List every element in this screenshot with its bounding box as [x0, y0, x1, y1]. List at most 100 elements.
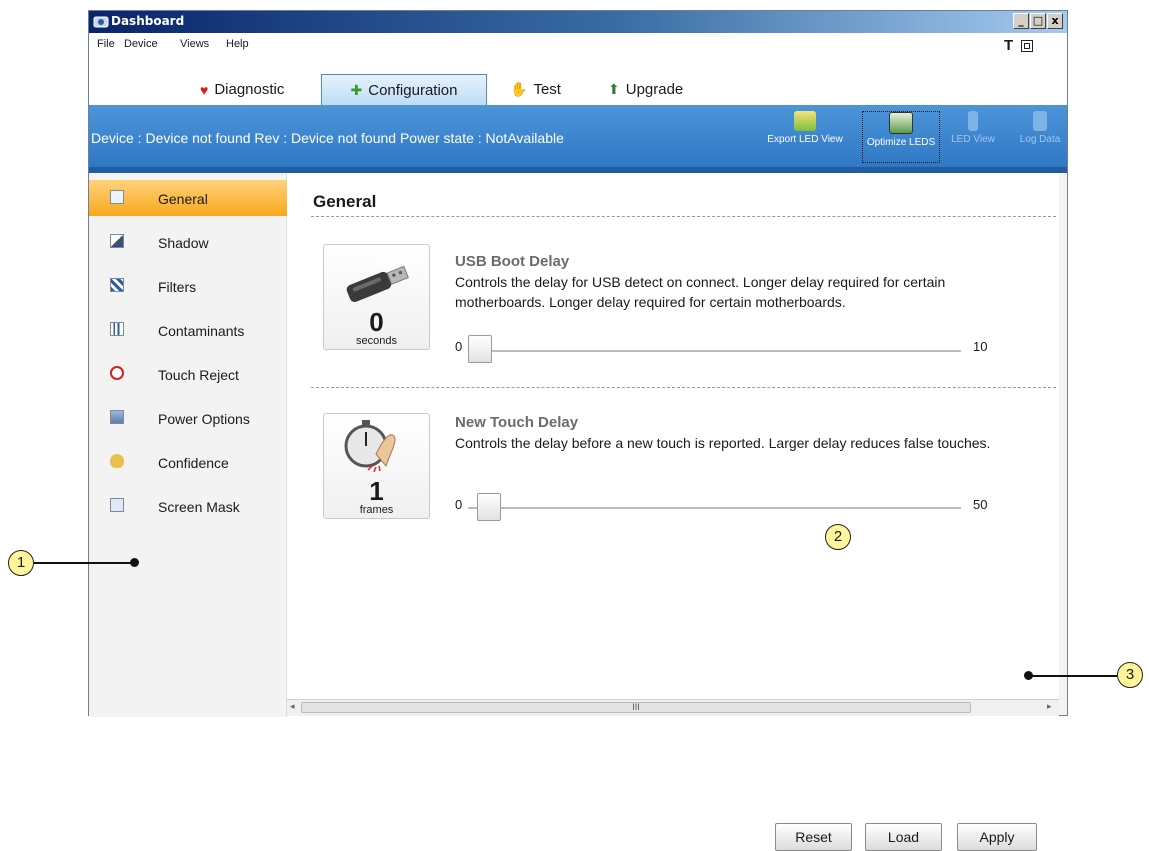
device-status-text: Device : Device not found Rev : Device n…	[91, 130, 564, 146]
log-data-button[interactable]: Log Data	[1016, 111, 1064, 163]
menu-bar: File Device Views Help T	[89, 33, 1067, 57]
reset-button[interactable]: Reset	[775, 823, 852, 851]
callout-3: 3	[1117, 662, 1143, 688]
new-touch-delay-slider-thumb[interactable]	[477, 493, 502, 521]
sidebar-item-power-options[interactable]: Power Options	[89, 400, 287, 436]
close-button[interactable]: x	[1047, 13, 1063, 29]
sidebar-item-contaminants[interactable]: Contaminants	[89, 312, 287, 348]
usb-boot-delay-description: Controls the delay for USB detect on con…	[455, 274, 946, 310]
load-button[interactable]: Load	[865, 823, 942, 851]
tab-bar: ♥ Diagnostic ✚ Configuration ✋ Test ⬆ Up…	[89, 57, 1067, 105]
usb-boot-delay-slider-track[interactable]	[468, 350, 961, 353]
touch-t-icon[interactable]: T	[1004, 37, 1013, 54]
callout-1: 1	[8, 550, 34, 576]
tab-test[interactable]: ✋ Test	[504, 74, 567, 105]
led-view-button[interactable]: LED View	[951, 111, 995, 163]
minimize-button[interactable]: _	[1013, 13, 1029, 29]
export-led-view-button[interactable]: Export LED View	[766, 111, 844, 163]
sidebar-item-label: General	[158, 191, 208, 207]
sidebar-item-label: Touch Reject	[158, 367, 239, 383]
export-icon	[794, 111, 816, 131]
new-touch-delay-value: 1	[369, 476, 384, 506]
restore-icon[interactable]	[1021, 40, 1033, 52]
title-bar[interactable]: Dashboard _ □ x	[89, 11, 1067, 33]
sidebar-item-general[interactable]: General	[89, 180, 299, 216]
log-data-label: Log Data	[1019, 134, 1061, 145]
menu-device[interactable]: Device	[124, 38, 158, 50]
menu-views[interactable]: Views	[180, 38, 209, 50]
page-title: General	[313, 192, 377, 211]
sidebar-item-filters[interactable]: Filters	[89, 268, 287, 304]
tab-configuration[interactable]: ✚ Configuration	[321, 74, 487, 105]
callout-1-leader	[34, 562, 134, 564]
sidebar-item-screen-mask[interactable]: Screen Mask	[89, 488, 287, 524]
filters-icon	[110, 278, 124, 292]
usb-boot-delay-min: 0	[455, 339, 463, 354]
usb-boot-delay-unit: seconds	[356, 335, 397, 347]
sidebar: General Shadow Filters Contaminants Touc…	[89, 173, 299, 717]
shadow-icon	[110, 234, 124, 248]
scroll-left-icon[interactable]: ◂	[290, 702, 295, 712]
scroll-right-icon[interactable]: ▸	[1047, 702, 1052, 712]
divider	[311, 387, 1056, 388]
optimize-icon	[889, 112, 913, 134]
menu-help[interactable]: Help	[226, 38, 249, 50]
usb-icon	[346, 265, 409, 303]
app-icon	[93, 16, 109, 28]
new-touch-delay-title: New Touch Delay	[455, 414, 579, 431]
scrollbar-thumb[interactable]: III	[301, 702, 971, 713]
log-data-icon	[1033, 111, 1047, 131]
heart-icon: ♥	[200, 81, 209, 98]
led-view-icon	[968, 111, 978, 131]
sidebar-item-label: Contaminants	[158, 323, 245, 339]
screen-mask-icon	[110, 498, 124, 512]
sidebar-item-touch-reject[interactable]: Touch Reject	[89, 356, 287, 392]
usb-boot-delay-slider-thumb[interactable]	[468, 335, 492, 363]
led-view-label: LED View	[951, 134, 995, 145]
usb-boot-delay-max: 10	[973, 339, 988, 354]
divider	[311, 216, 1056, 217]
upgrade-icon: ⬆	[608, 81, 620, 97]
contaminants-icon	[110, 322, 124, 336]
content-panel: General 0 seconds USB Boot Delay Control…	[287, 173, 1059, 851]
sidebar-item-confidence[interactable]: Confidence	[89, 444, 287, 480]
new-touch-delay-description: Controls the delay before a new touch is…	[455, 435, 991, 451]
sidebar-item-shadow[interactable]: Shadow	[89, 224, 287, 260]
puzzle-icon: ✚	[350, 81, 363, 98]
new-touch-delay-slider-track[interactable]	[468, 507, 961, 510]
sidebar-item-label: Shadow	[158, 235, 209, 251]
new-touch-delay-min: 0	[455, 497, 463, 512]
new-touch-delay-value-box: 1 frames	[323, 413, 430, 519]
callout-1-dot	[130, 558, 139, 567]
stopwatch-touch-icon	[344, 420, 396, 473]
sidebar-item-label: Screen Mask	[158, 499, 240, 515]
tab-label: Configuration	[368, 81, 458, 99]
dashboard-window: Dashboard _ □ x File Device Views Help T…	[88, 10, 1068, 851]
apply-button[interactable]: Apply	[957, 823, 1037, 851]
callout-3-dot	[1024, 671, 1033, 680]
tab-label: Upgrade	[625, 81, 684, 98]
touch-reject-icon	[110, 366, 124, 380]
power-options-icon	[110, 410, 124, 424]
menu-file[interactable]: File	[97, 38, 115, 50]
new-touch-delay-unit: frames	[359, 504, 394, 516]
horizontal-scrollbar[interactable]: ◂ III ▸	[287, 699, 1059, 716]
usb-boot-delay-title: USB Boot Delay	[455, 253, 570, 270]
tab-label: Diagnostic	[214, 81, 285, 98]
device-status-bar: Device : Device not found Rev : Device n…	[89, 105, 1067, 167]
sidebar-item-label: Confidence	[158, 455, 229, 471]
callout-3-leader	[1028, 675, 1117, 677]
window-title: Dashboard	[111, 14, 185, 28]
optimize-leds-button[interactable]: Optimize LEDS	[862, 111, 940, 163]
tab-upgrade[interactable]: ⬆ Upgrade	[602, 74, 689, 105]
hand-icon: ✋	[510, 81, 528, 97]
new-touch-delay-max: 50	[973, 497, 988, 512]
optimize-leds-label: Optimize LEDS	[866, 137, 936, 148]
sidebar-item-label: Filters	[158, 279, 197, 295]
export-led-view-label: Export LED View	[767, 134, 843, 145]
maximize-button[interactable]: □	[1030, 13, 1046, 29]
callout-2: 2	[825, 524, 851, 550]
usb-boot-delay-value-box: 0 seconds	[323, 244, 430, 350]
tab-diagnostic[interactable]: ♥ Diagnostic	[194, 74, 290, 105]
confidence-icon	[110, 454, 124, 468]
